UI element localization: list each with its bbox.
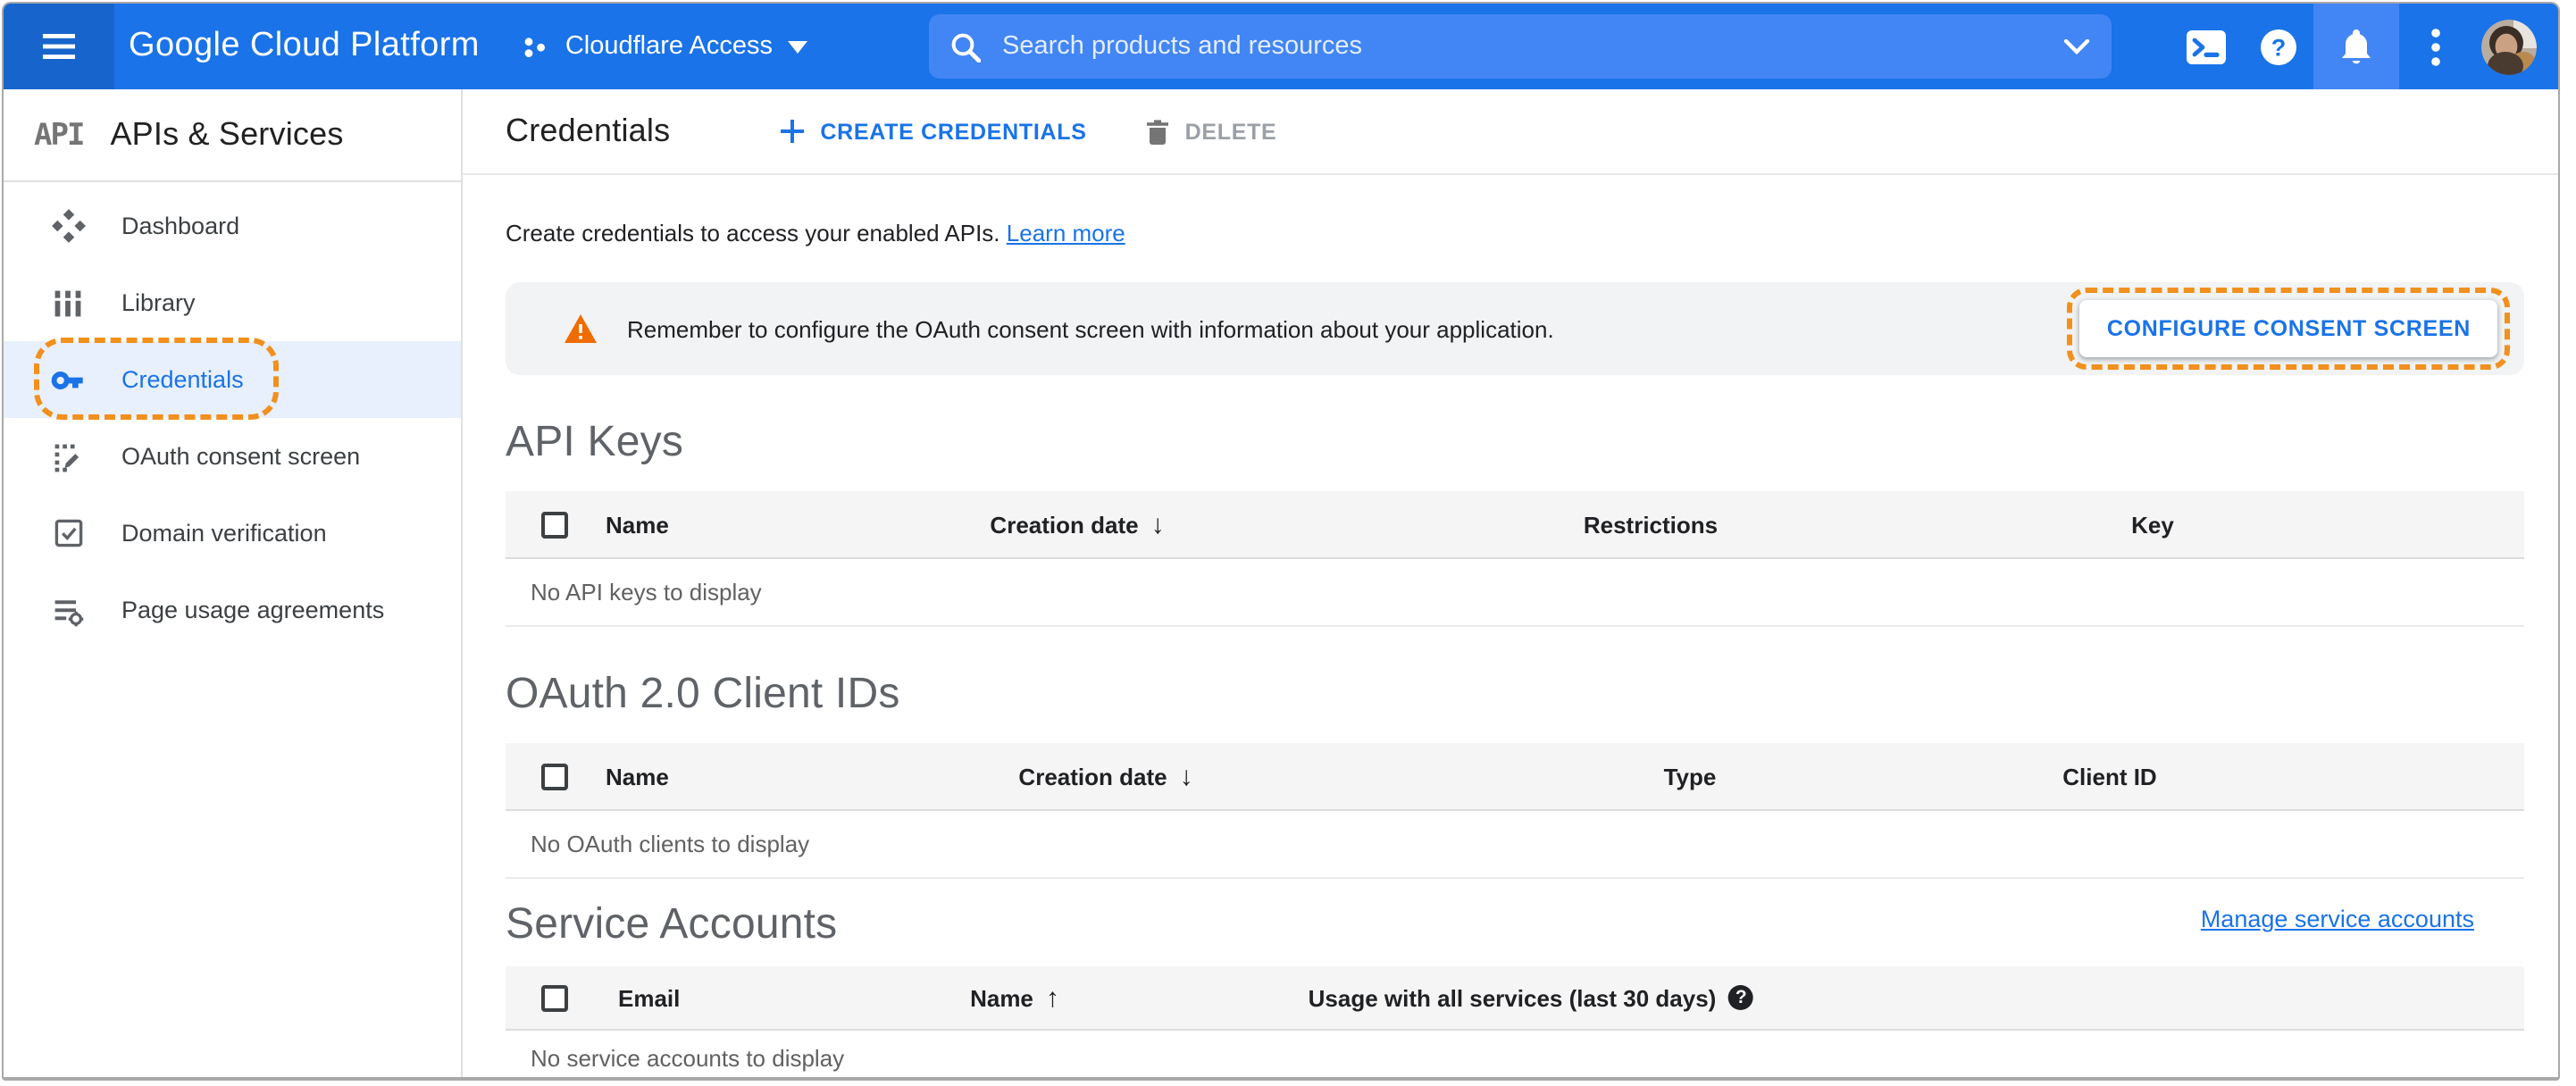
column-name[interactable]: Name bbox=[606, 511, 669, 538]
oauth-clients-heading: OAuth 2.0 Client IDs bbox=[506, 670, 900, 718]
consent-warning-banner: Remember to configure the OAuth consent … bbox=[506, 282, 2524, 375]
kebab-menu-icon bbox=[2430, 28, 2439, 65]
main-content: Credentials CREATE CREDENTIALS DELETE Cr… bbox=[463, 89, 2558, 1077]
sidebar-item-label: Dashboard bbox=[121, 213, 240, 239]
select-all-checkbox[interactable] bbox=[541, 984, 568, 1011]
project-name: Cloudflare Access bbox=[565, 32, 773, 61]
api-keys-table-header: Name Creation date ↓ Restrictions Key bbox=[506, 491, 2524, 559]
page-usage-agreements-icon bbox=[50, 592, 86, 628]
column-client-id[interactable]: Client ID bbox=[2062, 763, 2156, 789]
cloud-shell-button[interactable] bbox=[2170, 4, 2242, 89]
sidebar-item-library[interactable]: Library bbox=[4, 264, 461, 341]
sidebar-item-label: OAuth consent screen bbox=[121, 443, 361, 470]
help-icon: ? bbox=[2260, 29, 2296, 64]
content-area: Create credentials to access your enable… bbox=[463, 220, 2558, 1077]
gcp-logo: Google Cloud Platform bbox=[129, 27, 480, 64]
api-keys-empty-state: No API keys to display bbox=[506, 559, 2524, 627]
page-toolbar: Credentials CREATE CREDENTIALS DELETE bbox=[463, 89, 2558, 175]
app-header: Google Cloud Platform Cloudflare Access … bbox=[4, 4, 2558, 89]
usage-help-icon[interactable]: ? bbox=[1728, 985, 1754, 1010]
hamburger-menu-button[interactable] bbox=[4, 4, 114, 89]
column-type[interactable]: Type bbox=[1664, 763, 1717, 789]
column-key[interactable]: Key bbox=[2131, 511, 2174, 538]
project-selector[interactable]: Cloudflare Access bbox=[523, 32, 808, 61]
intro-text: Create credentials to access your enable… bbox=[506, 220, 1125, 246]
project-caret-icon bbox=[788, 40, 808, 53]
notifications-button[interactable] bbox=[2313, 4, 2399, 89]
column-name[interactable]: Name ↑ bbox=[970, 982, 1059, 1013]
api-keys-section: API Keys Name Creation date ↓ Restriction… bbox=[506, 418, 2524, 627]
sidebar-nav: Dashboard Library Credentials OAuth cons… bbox=[4, 182, 461, 648]
cloud-shell-icon bbox=[2187, 29, 2226, 63]
service-accounts-section: Service Accounts Manage service accounts… bbox=[506, 900, 2524, 1077]
column-creation-date[interactable]: Creation date ↓ bbox=[1018, 761, 1192, 791]
sort-desc-icon: ↓ bbox=[1150, 509, 1165, 539]
sort-asc-icon: ↑ bbox=[1045, 982, 1059, 1013]
key-icon bbox=[50, 362, 86, 397]
page-title: Credentials bbox=[506, 113, 671, 148]
sidebar: API APIs & Services Dashboard Library Cr… bbox=[4, 89, 463, 1077]
select-all-checkbox[interactable] bbox=[541, 511, 568, 538]
consent-screen-icon bbox=[50, 439, 86, 474]
search-icon bbox=[951, 32, 981, 62]
plus-icon bbox=[781, 120, 805, 143]
oauth-clients-section: OAuth 2.0 Client IDs Name Creation date ↓… bbox=[506, 670, 2524, 879]
manage-service-accounts-link[interactable]: Manage service accounts bbox=[2201, 906, 2474, 932]
api-product-logo: API bbox=[34, 117, 85, 153]
sidebar-item-domain-verification[interactable]: Domain verification bbox=[4, 495, 461, 572]
svg-text:?: ? bbox=[2271, 34, 2286, 61]
user-avatar[interactable] bbox=[2481, 19, 2537, 74]
sidebar-item-label: Page usage agreements bbox=[121, 597, 385, 623]
service-accounts-heading: Service Accounts bbox=[506, 900, 838, 948]
sidebar-item-page-usage-agreements[interactable]: Page usage agreements bbox=[4, 572, 461, 648]
sidebar-item-credentials[interactable]: Credentials bbox=[4, 338, 461, 420]
project-icon bbox=[525, 37, 546, 56]
hamburger-icon bbox=[43, 34, 75, 59]
trash-icon bbox=[1147, 119, 1169, 144]
gcp-console: Google Cloud Platform Cloudflare Access … bbox=[0, 0, 2576, 1086]
search-bar[interactable] bbox=[929, 14, 2112, 79]
sidebar-item-label: Library bbox=[121, 289, 196, 316]
sort-desc-icon: ↓ bbox=[1179, 761, 1193, 791]
configure-consent-screen-button[interactable]: CONFIGURE CONSENT SCREEN bbox=[2079, 300, 2497, 357]
sidebar-item-label: Credentials bbox=[121, 366, 244, 393]
service-accounts-table-header: Email Name ↑ Usage with all services (las… bbox=[506, 966, 2524, 1031]
create-credentials-button[interactable]: CREATE CREDENTIALS bbox=[781, 119, 1086, 144]
sidebar-header: API APIs & Services bbox=[4, 89, 461, 182]
domain-verification-icon bbox=[50, 515, 86, 551]
banner-message: Remember to configure the OAuth consent … bbox=[627, 315, 1554, 342]
service-accounts-empty-state: No service accounts to display bbox=[506, 1031, 2524, 1077]
browser-window: Google Cloud Platform Cloudflare Access … bbox=[2, 2, 2560, 1081]
dashboard-icon bbox=[50, 208, 86, 244]
column-restrictions[interactable]: Restrictions bbox=[1584, 511, 1718, 538]
warning-icon bbox=[565, 314, 597, 343]
search-expand-chevron-icon[interactable] bbox=[2063, 38, 2090, 54]
column-name[interactable]: Name bbox=[606, 763, 669, 789]
sidebar-item-oauth-consent-screen[interactable]: OAuth consent screen bbox=[4, 418, 461, 495]
library-icon bbox=[50, 285, 86, 321]
sidebar-title: APIs & Services bbox=[110, 116, 344, 152]
bell-icon bbox=[2342, 29, 2371, 63]
oauth-clients-empty-state: No OAuth clients to display bbox=[506, 811, 2524, 879]
sidebar-item-dashboard[interactable]: Dashboard bbox=[4, 188, 461, 264]
api-keys-heading: API Keys bbox=[506, 418, 684, 466]
column-usage[interactable]: Usage with all services (last 30 days)? bbox=[1309, 984, 1754, 1011]
delete-button[interactable]: DELETE bbox=[1147, 119, 1277, 144]
oauth-clients-table-header: Name Creation date ↓ Type Client ID bbox=[506, 743, 2524, 811]
header-actions: ? bbox=[2170, 4, 2537, 89]
sidebar-item-label: Domain verification bbox=[121, 520, 327, 547]
column-creation-date[interactable]: Creation date ↓ bbox=[990, 509, 1164, 539]
help-button[interactable]: ? bbox=[2242, 4, 2313, 89]
select-all-checkbox[interactable] bbox=[541, 763, 568, 789]
consent-button-annotation-highlight: CONFIGURE CONSENT SCREEN bbox=[2067, 288, 2510, 370]
search-input[interactable] bbox=[1002, 32, 2063, 61]
learn-more-link[interactable]: Learn more bbox=[1007, 220, 1125, 246]
column-email[interactable]: Email bbox=[618, 984, 680, 1011]
more-options-button[interactable] bbox=[2399, 4, 2471, 89]
